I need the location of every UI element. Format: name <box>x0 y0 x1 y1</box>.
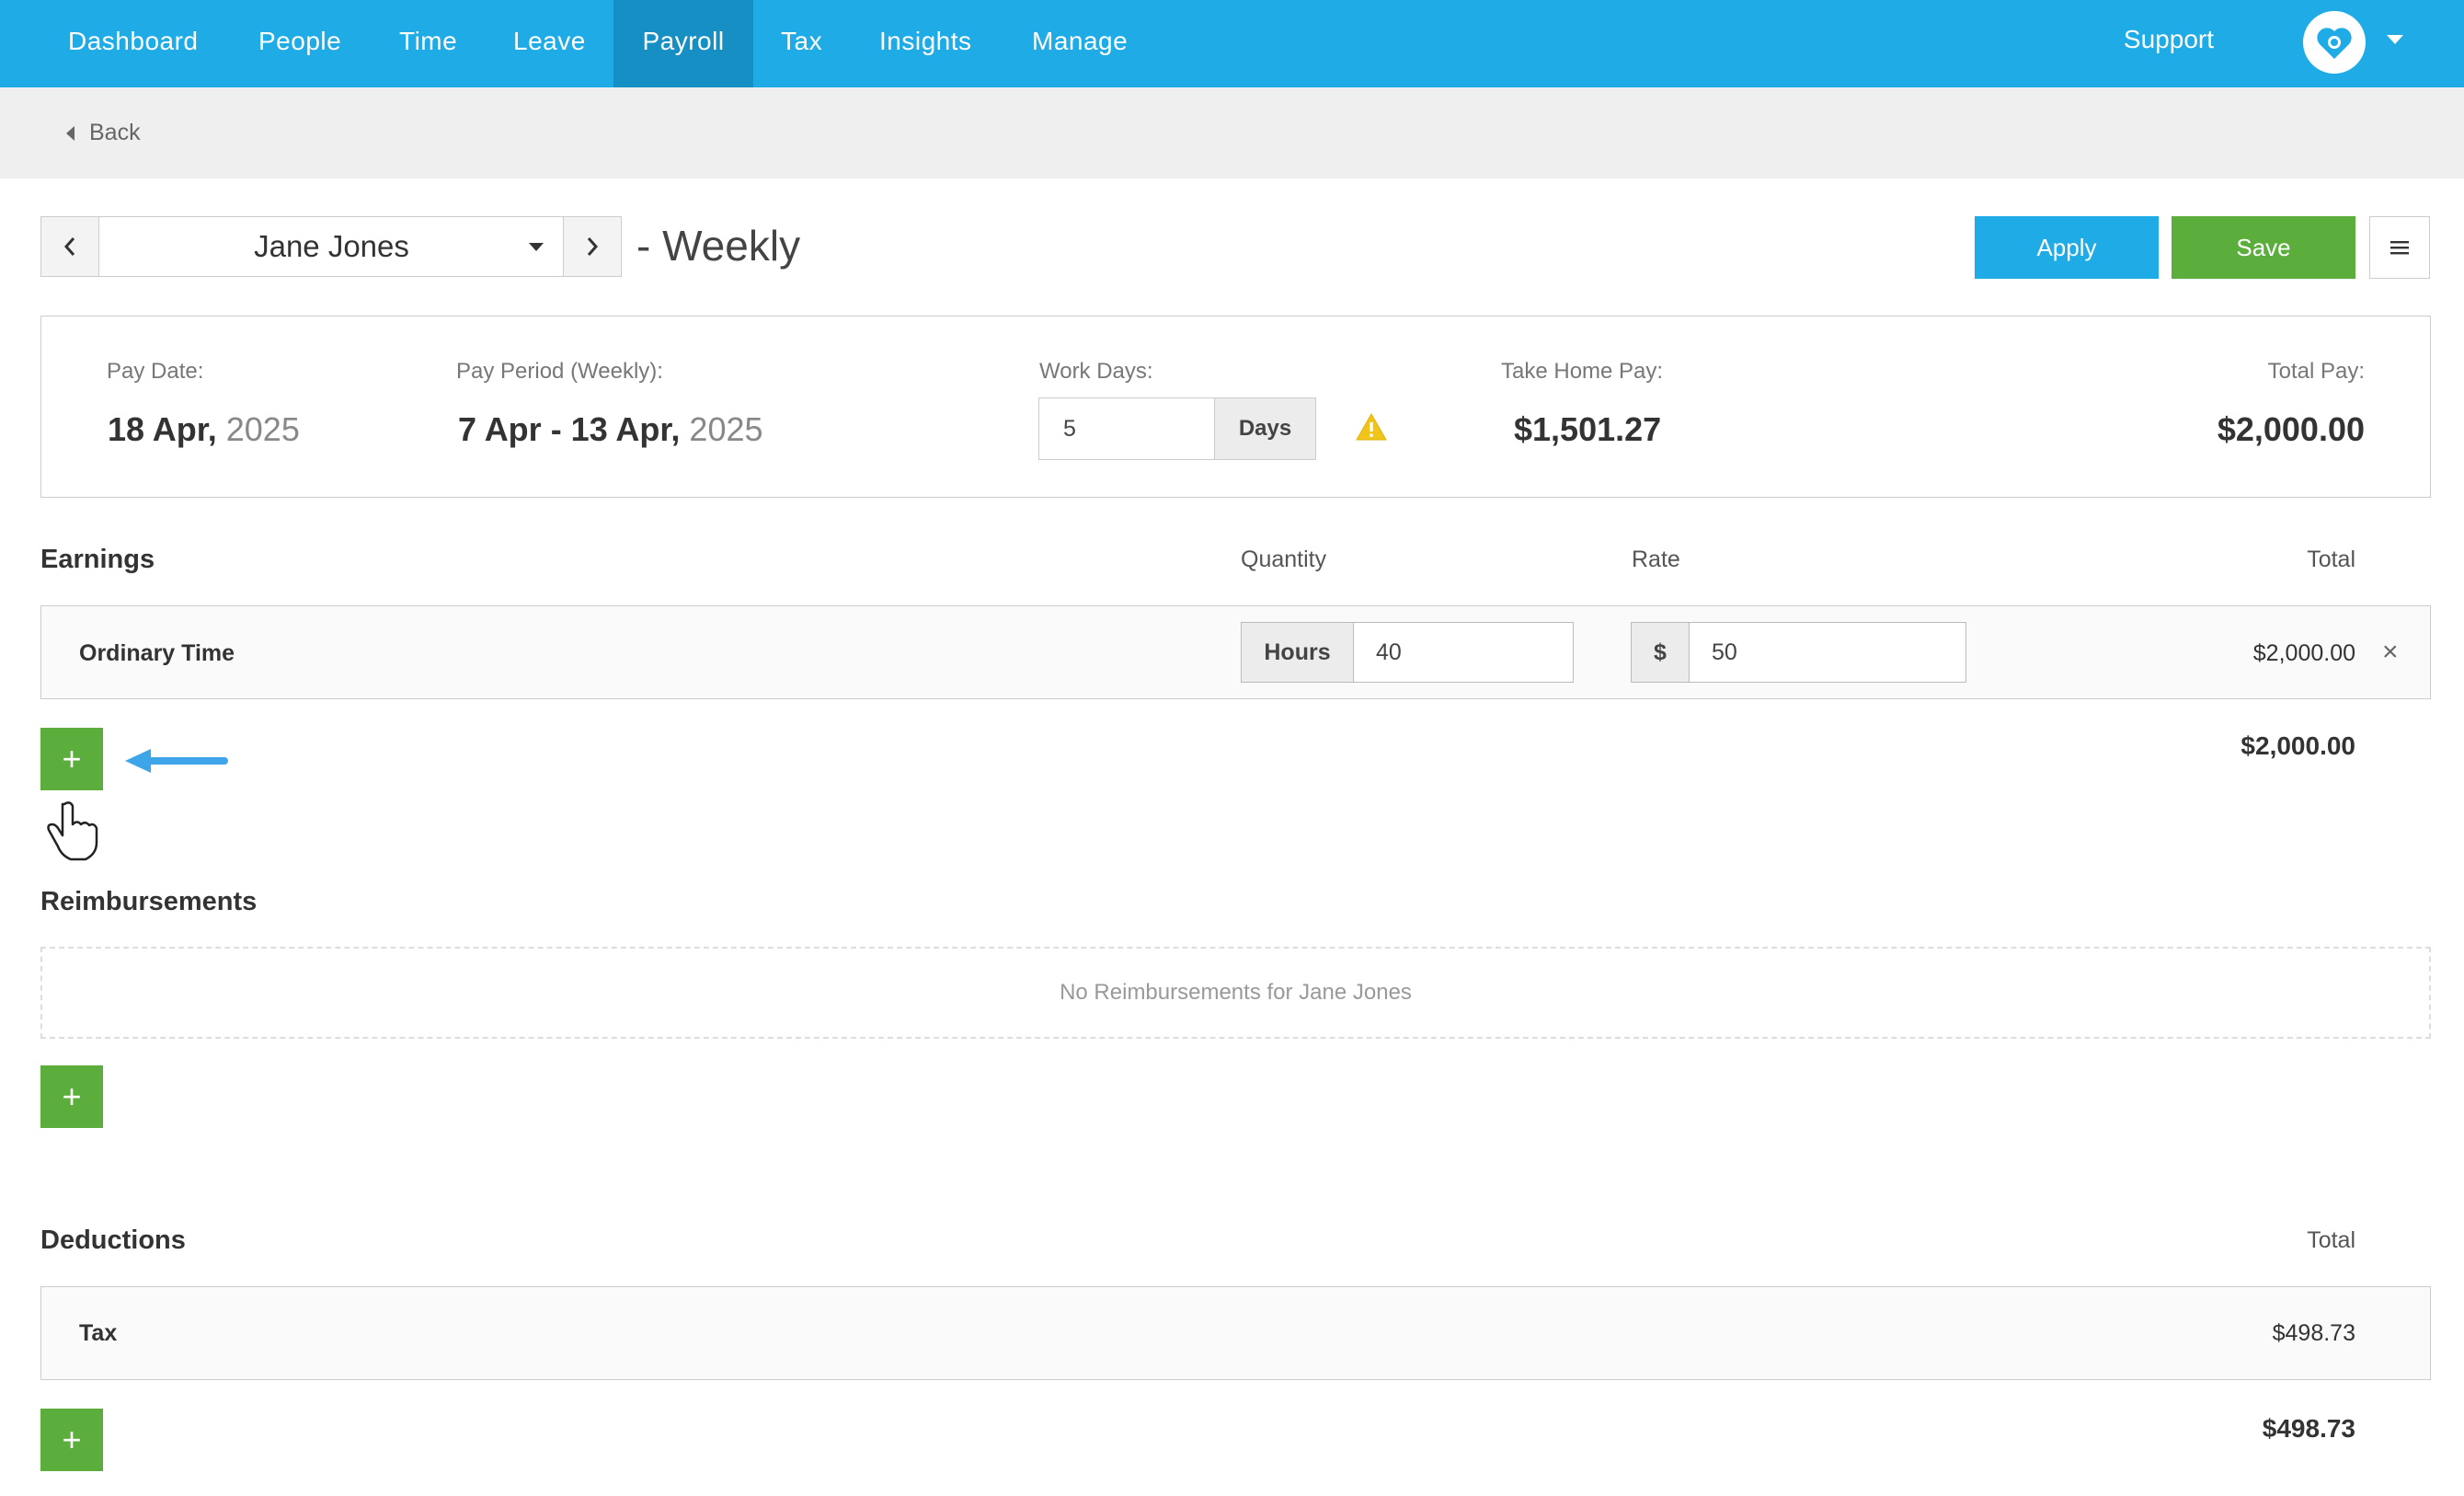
top-nav: Dashboard People Time Leave Payroll Tax … <box>0 0 2464 87</box>
earnings-subtotal: $2,000.00 <box>2241 731 2355 760</box>
total-pay-value: $2,000.00 <box>2217 410 2365 448</box>
earning-name: Ordinary Time <box>79 640 235 666</box>
caret-down-icon <box>529 243 544 251</box>
nav-item-time[interactable]: Time <box>372 0 485 87</box>
support-link[interactable]: Support <box>2124 0 2214 83</box>
chevron-left-icon <box>63 237 75 256</box>
pay-period-label: Pay Period (Weekly): <box>456 359 663 384</box>
nav-item-manage[interactable]: Manage <box>1004 0 1155 87</box>
hamburger-menu-icon <box>2390 241 2409 255</box>
work-days-unit: Days <box>1215 397 1316 460</box>
deduction-total: $498.73 <box>2272 1320 2355 1346</box>
rate-column-header: Rate <box>1632 547 1680 572</box>
save-button[interactable]: Save <box>2172 216 2355 279</box>
back-label: Back <box>89 120 141 145</box>
add-reimbursement-button[interactable]: + <box>40 1065 103 1128</box>
rate-currency: $ <box>1631 622 1690 683</box>
previous-employee-button[interactable] <box>40 216 99 277</box>
add-earning-button[interactable]: + <box>40 728 103 790</box>
quantity-unit: Hours <box>1241 622 1354 683</box>
sub-header <box>0 87 2464 178</box>
take-home-label: Take Home Pay: <box>1501 359 1664 384</box>
pay-period-value: 7 Apr - 13 Apr, 2025 <box>458 410 763 449</box>
chevron-right-icon <box>587 237 599 256</box>
deductions-total-column-header: Total <box>2307 1227 2355 1253</box>
quantity-input[interactable]: 40 <box>1353 622 1574 683</box>
hand-cursor-icon <box>47 801 98 861</box>
pay-date-value: 18 Apr, 2025 <box>108 410 300 449</box>
deduction-row <box>40 1286 2431 1380</box>
nav-item-dashboard[interactable]: Dashboard <box>40 0 225 87</box>
employee-name: Jane Jones <box>254 229 409 263</box>
reimbursements-title: Reimbursements <box>40 887 258 916</box>
apply-button[interactable]: Apply <box>1975 216 2159 279</box>
pointer-arrow-icon <box>125 749 228 773</box>
deductions-subtotal: $498.73 <box>2262 1414 2355 1443</box>
add-deduction-button[interactable]: + <box>40 1409 103 1471</box>
take-home-value: $1,501.27 <box>1514 410 1662 448</box>
user-menu-caret-icon[interactable] <box>2387 35 2403 44</box>
remove-earning-icon[interactable]: × <box>2382 637 2399 668</box>
nav-item-people[interactable]: People <box>231 0 369 87</box>
rate-input[interactable]: 50 <box>1689 622 1966 683</box>
avatar[interactable] <box>2303 11 2366 74</box>
employee-select[interactable]: Jane Jones <box>99 216 564 277</box>
pay-date-label: Pay Date: <box>107 359 204 384</box>
earnings-total-column-header: Total <box>2307 547 2355 572</box>
pay-period-year: 2025 <box>689 410 763 448</box>
back-link[interactable]: Back <box>66 120 141 146</box>
deductions-title: Deductions <box>40 1226 186 1255</box>
caret-left-icon <box>66 125 74 141</box>
next-employee-button[interactable] <box>563 216 622 277</box>
warning-icon[interactable] <box>1355 412 1388 442</box>
nav-item-leave[interactable]: Leave <box>486 0 613 87</box>
total-pay-label: Total Pay: <box>2267 359 2365 384</box>
deduction-name: Tax <box>79 1320 118 1346</box>
work-days-label: Work Days: <box>1039 359 1153 384</box>
nav-item-tax[interactable]: Tax <box>753 0 850 87</box>
pay-frequency: - Weekly <box>636 222 801 270</box>
pay-date-year: 2025 <box>225 410 300 448</box>
more-menu-button[interactable] <box>2369 216 2430 279</box>
reimbursements-empty-state: No Reimbursements for Jane Jones <box>40 947 2431 1039</box>
pay-date-day: 18 Apr, <box>108 410 217 448</box>
earnings-row <box>40 605 2431 699</box>
quantity-column-header: Quantity <box>1241 547 1327 572</box>
nav-item-insights[interactable]: Insights <box>852 0 1000 87</box>
pay-period-range: 7 Apr - 13 Apr, <box>458 410 681 448</box>
work-days-input[interactable]: 5 <box>1038 397 1215 460</box>
earnings-title: Earnings <box>40 545 155 574</box>
heart-logo-icon <box>2317 28 2352 59</box>
nav-item-payroll[interactable]: Payroll <box>613 0 753 87</box>
earning-total: $2,000.00 <box>2252 640 2355 666</box>
